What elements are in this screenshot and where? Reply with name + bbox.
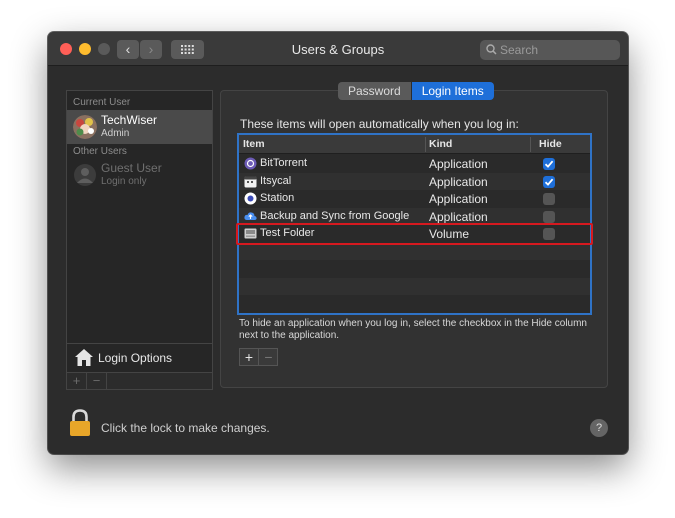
tab-bar: Password Login Items [338,82,494,100]
table-row[interactable]: BitTorrent Application [239,155,590,173]
login-options-label: Login Options [98,351,173,365]
lock-message: Click the lock to make changes. [101,421,270,435]
item-kind: Application [429,174,488,189]
table-row[interactable]: Station Application [239,190,590,208]
table-row-empty [239,242,590,260]
user-role: Admin [101,128,130,139]
item-kind: Application [429,157,488,171]
table-row-empty [239,277,590,295]
add-user-button[interactable]: + [67,373,87,389]
column-header-item[interactable]: Item [243,138,265,150]
avatar [73,115,97,139]
backup-sync-icon [244,211,257,220]
checkmark-icon [544,178,554,186]
item-name: Station [260,192,295,204]
current-user-header: Current User [73,97,131,108]
column-divider [425,137,426,152]
login-items-controls: + − [239,348,278,366]
user-name: TechWiser [101,113,158,127]
column-divider [530,137,531,152]
item-name: Backup and Sync from Google [260,209,410,222]
login-options-item[interactable]: Login Options [67,344,212,372]
title-bar: ‹ › Users & Groups [48,32,628,66]
add-login-item-button[interactable]: + [240,349,259,365]
search-field[interactable] [480,40,620,60]
item-name: BitTorrent [260,157,308,169]
sidebar-item-guest-user[interactable]: Guest User Login only [67,158,212,192]
hide-help-text: To hide an application when you log in, … [239,318,587,341]
itsycal-icon [244,176,257,187]
guest-avatar-icon [73,163,97,187]
lock-icon [70,409,90,436]
users-sidebar: Current User TechWiser Admin Other Users [66,90,213,390]
hide-checkbox[interactable] [543,158,555,170]
bittorrent-icon [244,157,257,170]
help-button[interactable]: ? [590,419,608,437]
sidebar-item-techwiser[interactable]: TechWiser Admin [67,110,212,144]
item-name: Itsycal [260,174,292,187]
remove-login-item-button[interactable]: − [259,349,278,365]
lock-button[interactable] [68,409,92,442]
search-input[interactable] [500,41,616,59]
house-icon [75,349,93,366]
tab-password[interactable]: Password [338,82,412,100]
checkmark-icon [544,160,554,168]
hide-checkbox[interactable] [543,210,555,223]
other-users-header: Other Users [73,146,127,157]
highlight-box [236,223,593,245]
sidebar-footer: + − [67,372,212,389]
tab-login-items[interactable]: Login Items [411,82,494,100]
guest-user-name: Guest User [101,161,162,175]
station-icon [244,192,257,205]
table-row-empty [239,295,590,313]
column-header-hide[interactable]: Hide [539,138,562,150]
search-icon [486,44,497,55]
column-header-kind[interactable]: Kind [429,138,452,150]
item-kind: Application [429,209,488,224]
table-row-empty [239,260,590,278]
guest-user-role: Login only [101,176,147,187]
item-kind: Application [429,192,488,206]
hide-checkbox[interactable] [543,175,555,188]
table-header: Item Kind Hide [239,135,590,154]
table-row[interactable]: Itsycal Application [239,172,590,190]
remove-user-button[interactable]: − [87,373,107,389]
hide-checkbox[interactable] [543,193,555,205]
login-items-intro: These items will open automatically when… [240,117,519,131]
